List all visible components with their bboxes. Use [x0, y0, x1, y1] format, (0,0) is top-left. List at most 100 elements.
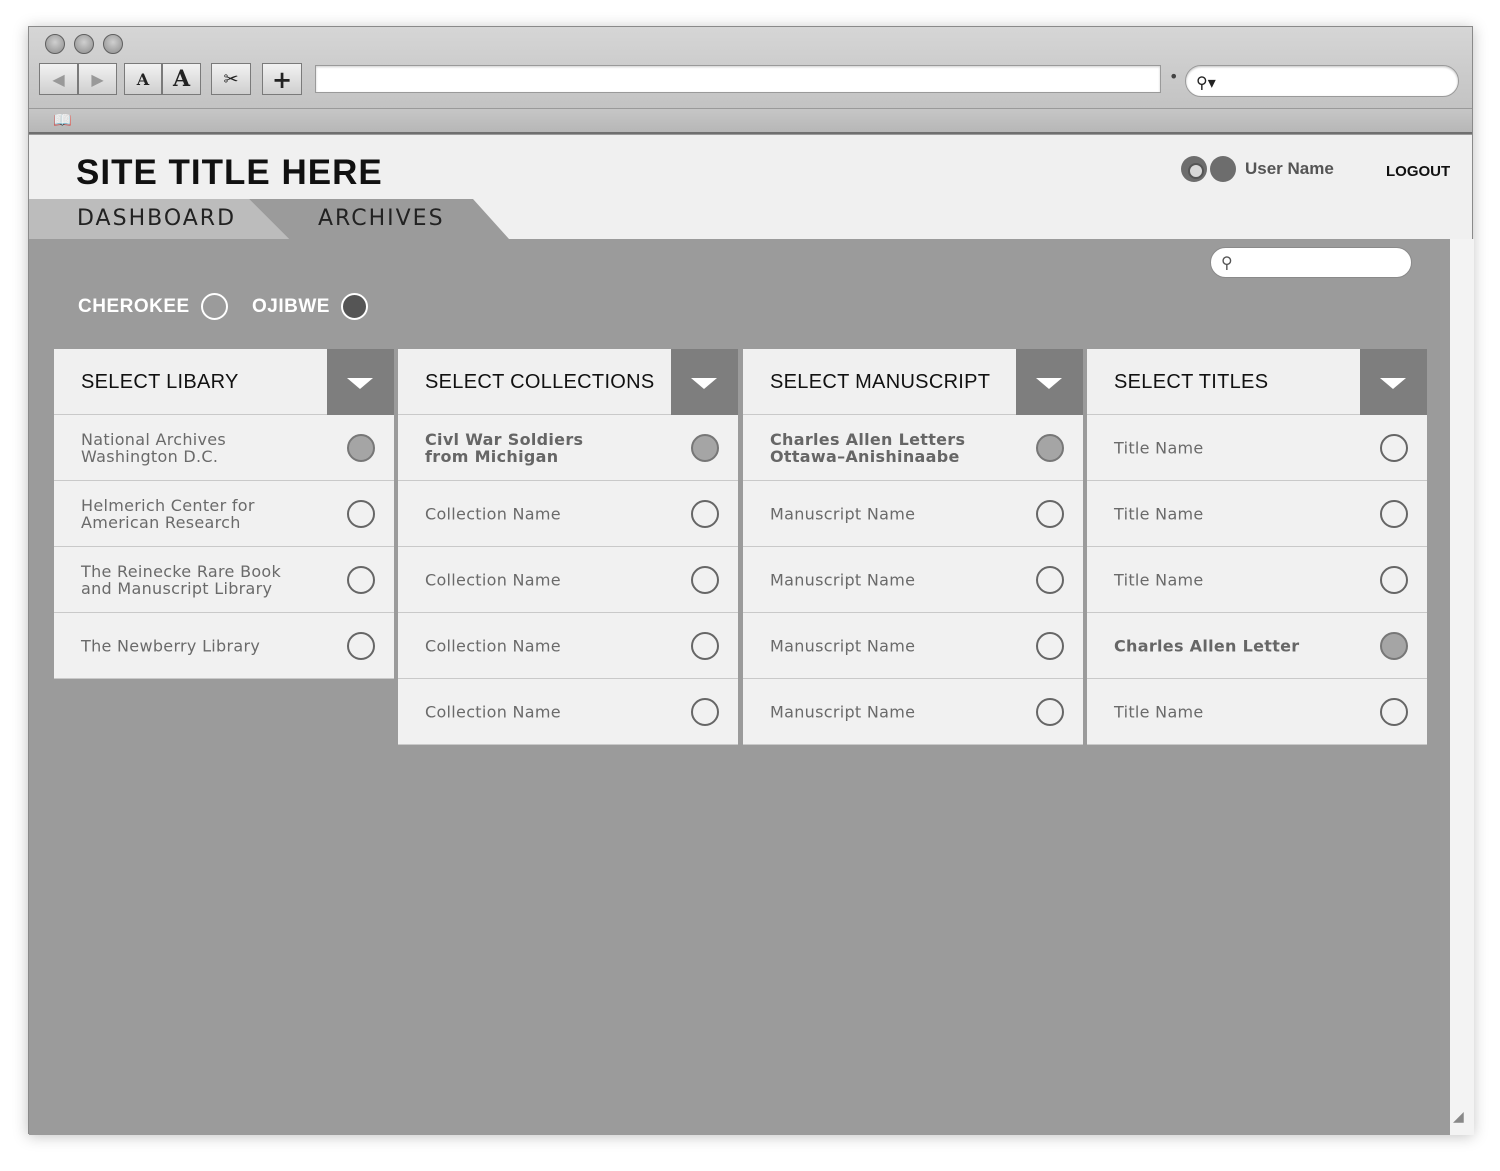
list-item[interactable]: Title Name — [1087, 679, 1427, 745]
browser-window: ◀ ▶ A A ✂ + • ⚲▾ 📖 SITE TITLE HERE User — [28, 26, 1474, 1135]
radio-button[interactable] — [691, 631, 719, 660]
tab-archives-label: ARCHIVES — [318, 206, 445, 231]
tab-dashboard[interactable]: DASHBOARD — [29, 199, 289, 239]
list-item[interactable]: Manuscript Name — [743, 613, 1083, 679]
text-smaller-button[interactable]: A — [124, 63, 162, 95]
address-bar[interactable] — [315, 65, 1161, 93]
archives-panel: ⚲ CHEROKEE OJIBWE SELECT LIBARY National… — [29, 239, 1450, 1135]
library-column: SELECT LIBARY National Archives Washingt… — [54, 349, 394, 679]
list-item[interactable]: Collection Name — [398, 481, 738, 547]
column-dropdown-button[interactable] — [671, 349, 738, 415]
radio-button[interactable] — [1036, 433, 1064, 462]
column-header: SELECT COLLECTIONS — [398, 349, 738, 415]
search-icon: ⚲▾ — [1196, 73, 1216, 92]
list-item-label: Collection Name — [425, 636, 561, 655]
zoom-window-button[interactable] — [103, 34, 123, 54]
column-dropdown-button[interactable] — [1360, 349, 1427, 415]
radio-button[interactable] — [1380, 565, 1408, 594]
list-item[interactable]: The Reinecke Rare Book and Manuscript Li… — [54, 547, 394, 613]
radio-button[interactable] — [1380, 631, 1408, 660]
radio-button[interactable] — [691, 499, 719, 528]
list-item[interactable]: Charles Allen Letter — [1087, 613, 1427, 679]
radio-button[interactable] — [1036, 697, 1064, 726]
list-item-label: Title Name — [1114, 504, 1204, 523]
plus-icon: + — [271, 64, 293, 94]
tab-dashboard-label: DASHBOARD — [77, 206, 237, 231]
browser-search-field[interactable]: ⚲▾ — [1185, 65, 1459, 97]
scissors-icon: ✂ — [223, 68, 239, 90]
tab-archives[interactable]: ARCHIVES — [249, 199, 509, 239]
list-item-label: Civl War Soldiers from Michigan — [425, 429, 584, 466]
list-item[interactable]: The Newberry Library — [54, 613, 394, 679]
list-item-label: Title Name — [1114, 702, 1204, 721]
list-item[interactable]: Title Name — [1087, 481, 1427, 547]
user-name[interactable]: User Name — [1245, 159, 1334, 179]
list-item[interactable]: Charles Allen Letters Ottawa–Anishinaabe — [743, 415, 1083, 481]
bookmarks-bar: 📖 — [29, 109, 1472, 134]
language-radio[interactable] — [340, 293, 368, 320]
radio-button[interactable] — [1380, 697, 1408, 726]
archive-search-input[interactable]: ⚲ — [1210, 247, 1412, 278]
column-title: SELECT MANUSCRIPT — [770, 371, 991, 393]
radio-button[interactable] — [347, 499, 375, 528]
language-label: OJIBWE — [252, 295, 330, 317]
radio-button[interactable] — [1036, 565, 1064, 594]
radio-button[interactable] — [347, 433, 375, 462]
radio-button[interactable] — [1380, 433, 1408, 462]
list-item-label: Manuscript Name — [770, 570, 916, 589]
list-item[interactable]: Collection Name — [398, 547, 738, 613]
bookmarks-book-icon[interactable]: 📖 — [53, 111, 72, 129]
list-item[interactable]: Manuscript Name — [743, 679, 1083, 745]
text-smaller-icon: A — [136, 69, 150, 89]
close-window-button[interactable] — [45, 34, 65, 54]
logout-link[interactable]: LOGOUT — [1386, 163, 1450, 180]
list-item[interactable]: Title Name — [1087, 547, 1427, 613]
settings-gear-icon[interactable] — [1181, 156, 1207, 182]
column-title: SELECT LIBARY — [81, 371, 239, 393]
list-item[interactable]: National Archives Washington D.C. — [54, 415, 394, 481]
radio-button[interactable] — [347, 631, 375, 660]
list-item[interactable]: Civl War Soldiers from Michigan — [398, 415, 738, 481]
language-radio[interactable] — [200, 293, 228, 320]
list-item-label: Manuscript Name — [770, 504, 916, 523]
list-item[interactable]: Manuscript Name — [743, 481, 1083, 547]
forward-button[interactable]: ▶ — [78, 63, 117, 95]
search-icon: ⚲ — [1221, 253, 1233, 272]
new-tab-button[interactable]: + — [262, 63, 302, 95]
scrollbar-gutter[interactable] — [1450, 239, 1474, 1135]
list-item-label: Collection Name — [425, 504, 561, 523]
radio-button[interactable] — [1380, 499, 1408, 528]
list-item[interactable]: Helmerich Center for American Research — [54, 481, 394, 547]
list-item[interactable]: Collection Name — [398, 613, 738, 679]
user-avatar[interactable] — [1210, 156, 1236, 182]
column-dropdown-button[interactable] — [1016, 349, 1083, 415]
list-item-label: Title Name — [1114, 570, 1204, 589]
text-larger-button[interactable]: A — [162, 63, 201, 95]
user-area: User Name — [1181, 155, 1334, 183]
browser-toolbar: ◀ ▶ A A ✂ + • ⚲▾ — [29, 27, 1472, 109]
list-item-label: Collection Name — [425, 702, 561, 721]
radio-button[interactable] — [1036, 499, 1064, 528]
radio-button[interactable] — [691, 565, 719, 594]
radio-button[interactable] — [1036, 631, 1064, 660]
minimize-window-button[interactable] — [74, 34, 94, 54]
manuscript-column: SELECT MANUSCRIPT Charles Allen Letters … — [743, 349, 1083, 745]
forward-arrow-icon: ▶ — [91, 69, 104, 89]
snip-button[interactable]: ✂ — [211, 63, 251, 95]
list-item[interactable]: Title Name — [1087, 415, 1427, 481]
list-item[interactable]: Collection Name — [398, 679, 738, 745]
radio-button[interactable] — [347, 565, 375, 594]
back-button[interactable]: ◀ — [39, 63, 78, 95]
list-item-label: National Archives Washington D.C. — [81, 429, 227, 466]
list-item[interactable]: Manuscript Name — [743, 547, 1083, 613]
column-header: SELECT LIBARY — [54, 349, 394, 415]
list-item-label: Manuscript Name — [770, 636, 916, 655]
radio-button[interactable] — [691, 697, 719, 726]
radio-button[interactable] — [691, 433, 719, 462]
resize-grip-icon[interactable]: ◢ — [1453, 1109, 1464, 1125]
list-item-label: The Reinecke Rare Book and Manuscript Li… — [81, 561, 282, 598]
language-toggle-cherokee[interactable]: CHEROKEE — [78, 293, 228, 320]
column-dropdown-button[interactable] — [327, 349, 394, 415]
site-header: SITE TITLE HERE User Name LOGOUT DASHBOA… — [29, 135, 1472, 239]
language-toggle-ojibwe[interactable]: OJIBWE — [252, 293, 368, 320]
